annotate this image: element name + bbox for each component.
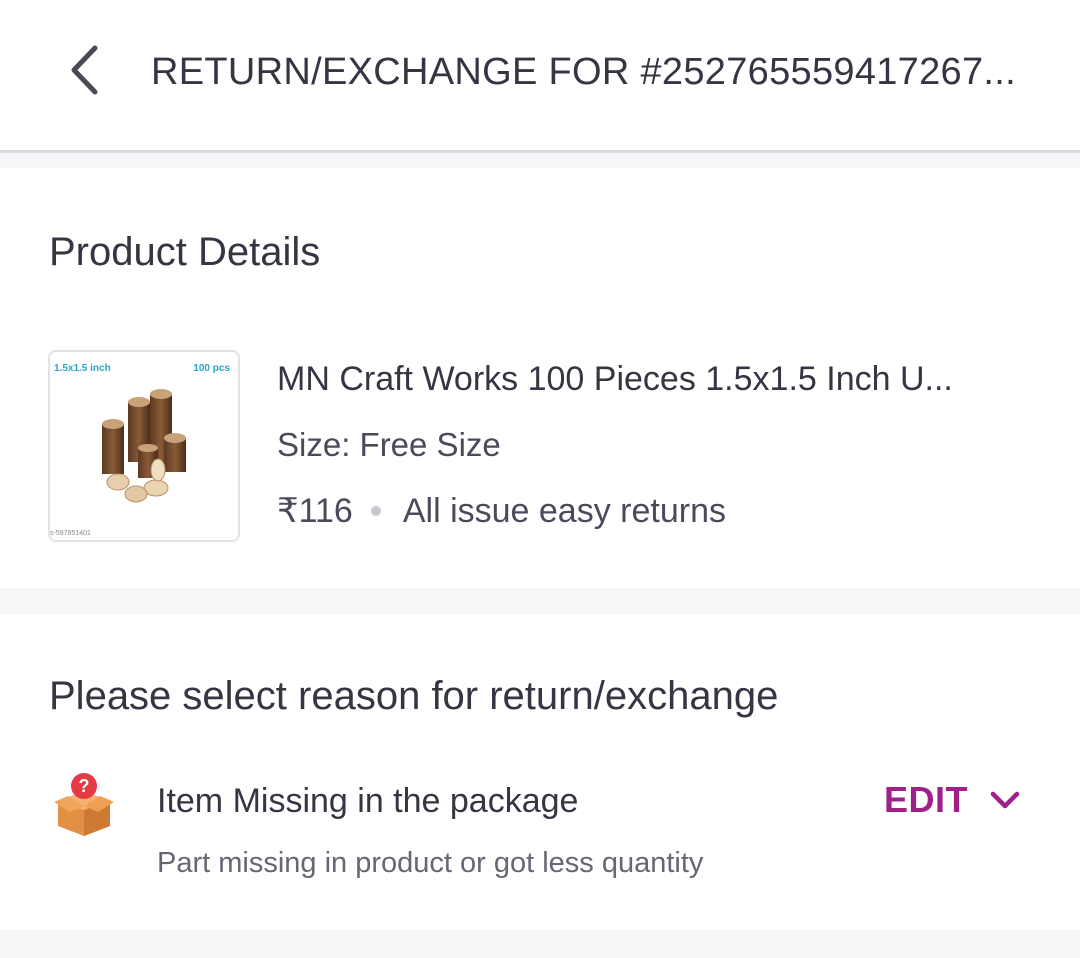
- edit-reason-button[interactable]: EDIT: [884, 776, 1020, 824]
- product-details-card: Product Details 1.5x1.5 inch 100 pcs s-5…: [0, 168, 1080, 588]
- missing-box-icon: ?: [54, 773, 114, 836]
- thumbnail-code: s-597851401: [50, 530, 91, 537]
- edit-label: EDIT: [884, 779, 969, 820]
- page-title: RETURN/EXCHANGE FOR #252765559417267...: [151, 51, 1016, 93]
- app-header: RETURN/EXCHANGE FOR #252765559417267...: [0, 0, 1080, 153]
- reason-subtitle: Part missing in product or got less quan…: [157, 847, 704, 879]
- returns-note: All issue easy returns: [402, 491, 726, 530]
- chevron-left-icon: [71, 45, 98, 95]
- return-reason-card: Please select reason for return/exchange…: [0, 614, 1080, 930]
- product-thumbnail[interactable]: 1.5x1.5 inch 100 pcs s-597851401: [48, 350, 240, 542]
- product-size: Size: Free Size: [277, 426, 501, 463]
- product-price: ₹116: [277, 492, 353, 530]
- product-details-heading: Product Details: [49, 230, 321, 274]
- chevron-down-icon: [990, 791, 1020, 809]
- reason-title: Item Missing in the package: [157, 782, 579, 820]
- back-button[interactable]: [56, 40, 112, 100]
- wooden-discs-image: [102, 389, 186, 503]
- separator-dot: [370, 506, 381, 516]
- product-name[interactable]: MN Craft Works 100 Pieces 1.5x1.5 Inch U…: [277, 358, 1033, 400]
- reason-heading: Please select reason for return/exchange: [49, 674, 779, 718]
- price-row: ₹116 All issue easy returns: [277, 490, 726, 532]
- svg-text:?: ?: [79, 776, 90, 796]
